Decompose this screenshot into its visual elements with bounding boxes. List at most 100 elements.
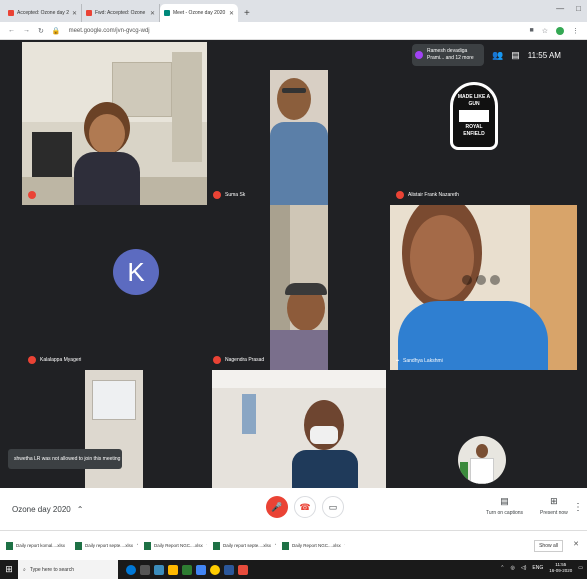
- mic-off-icon: [396, 191, 404, 199]
- tray-arrow-icon[interactable]: ⌃: [500, 565, 504, 571]
- participant-tile-8[interactable]: [212, 370, 386, 488]
- address-bar: ← → ↻ 🔒 meet.google.com/jvn-gvcg-wdj ■ ☆…: [0, 22, 587, 40]
- chrome-icon[interactable]: [210, 564, 220, 575]
- mic-off-icon: [213, 356, 221, 364]
- top-right-controls: Ramesh devadiga Prami... and 12 more 👥 ▤…: [408, 42, 587, 68]
- participant-name: Kalalappa Myageri: [28, 356, 81, 364]
- participant-name: ━ Sandhya Lakshmi: [396, 358, 443, 364]
- download-item[interactable]: Daily Report NGC....xlsx⌃: [144, 541, 207, 550]
- leave-call-button[interactable]: ☎: [294, 496, 316, 518]
- taskbar-search[interactable]: ⌕ Type here to search: [18, 560, 118, 579]
- participant-tile-9[interactable]: [386, 370, 587, 488]
- menu-icon[interactable]: ⋮: [572, 27, 579, 35]
- close-icon[interactable]: ✕: [150, 10, 155, 17]
- excel-file-icon: [144, 541, 151, 550]
- downloads-bar: Daily report komal....xlsx⌃ Daily report…: [0, 530, 587, 560]
- mic-off-icon: 🎤: [271, 501, 283, 512]
- task-view-icon[interactable]: [140, 564, 150, 575]
- download-item[interactable]: Daily report komal....xlsx⌃: [6, 541, 69, 550]
- avatar: [415, 51, 423, 59]
- meeting-controls-bar: Ozone day 2020 ⌃ 🎤 ☎ ▭ ▤ Turn on caption…: [0, 488, 587, 530]
- participant-tile-1[interactable]: [22, 42, 207, 205]
- mic-toggle-button[interactable]: 🎤: [266, 496, 288, 518]
- participant-name: [28, 191, 40, 199]
- participant-tile-5[interactable]: Nagendra Prasad: [207, 205, 390, 370]
- remove-icon[interactable]: [490, 275, 500, 285]
- participant-name: Suma Sk: [213, 191, 245, 199]
- pin-icon[interactable]: [462, 275, 472, 285]
- mic-off-icon: [28, 356, 36, 364]
- notification-icon[interactable]: ▭: [578, 565, 583, 571]
- back-icon[interactable]: ←: [8, 27, 15, 34]
- excel-file-icon: [75, 541, 82, 550]
- excel-file-icon: [6, 541, 13, 550]
- participant-tile-2[interactable]: Suma Sk: [207, 42, 390, 205]
- participant-name: Nagendra Prasad: [213, 356, 264, 364]
- tile-overlay-controls: [462, 275, 500, 285]
- captions-button[interactable]: ▤ Turn on captions: [486, 496, 523, 516]
- camera-indicator-icon[interactable]: ■: [529, 27, 533, 34]
- mute-icon[interactable]: [476, 275, 486, 285]
- edge-icon[interactable]: [154, 564, 164, 575]
- gmail-icon: [8, 10, 14, 16]
- meeting-details[interactable]: Ozone day 2020 ⌃: [12, 505, 83, 514]
- teams-icon[interactable]: [196, 564, 206, 575]
- cortana-icon[interactable]: [126, 564, 136, 575]
- camera-icon: ▭: [328, 501, 338, 512]
- file-explorer-icon[interactable]: [168, 564, 178, 575]
- close-icon[interactable]: ✕: [229, 10, 234, 17]
- taskbar-clock[interactable]: 11:55 16-09-2020: [549, 562, 572, 574]
- browser-tab-3[interactable]: Meet - Ozone day 2020 ✕: [160, 4, 238, 22]
- maximize-button[interactable]: □: [576, 4, 581, 13]
- captions-icon: ▤: [500, 496, 509, 506]
- browser-tab-2[interactable]: Fwd: Accepted: Ozone day 202 ✕: [82, 4, 160, 22]
- chat-icon[interactable]: ▤: [511, 50, 520, 61]
- store-icon[interactable]: [182, 564, 192, 575]
- show-all-button[interactable]: Show all: [534, 540, 563, 552]
- participant-tile-4[interactable]: K Kalalappa Myageri: [22, 205, 207, 370]
- meeting-stage: Suma Sk Ramesh devadiga Prami... and 12 …: [0, 40, 587, 488]
- search-icon: ⌕: [23, 566, 26, 573]
- browser-tab-1[interactable]: Accepted: Ozone day 2020 @ W ✕: [4, 4, 82, 22]
- speaking-icon: ━: [396, 358, 400, 364]
- tab-label: Accepted: Ozone day 2020 @ W: [17, 10, 69, 16]
- forward-icon[interactable]: →: [23, 27, 30, 34]
- meeting-title: Ozone day 2020: [12, 504, 71, 514]
- excel-file-icon: [213, 541, 220, 550]
- more-options-icon[interactable]: ⋮: [573, 502, 583, 513]
- people-icon[interactable]: 👥: [492, 50, 503, 61]
- download-item[interactable]: Daily report septe....xlsx ⌃: [213, 541, 276, 550]
- reload-icon[interactable]: ↻: [38, 27, 44, 35]
- participants-chip[interactable]: Ramesh devadiga Prami... and 12 more: [412, 44, 484, 66]
- notification-toast: shwetha LR was not allowed to join this …: [8, 449, 122, 469]
- browser-tab-bar: Accepted: Ozone day 2020 @ W ✕ Fwd: Acce…: [0, 0, 587, 22]
- minimize-button[interactable]: —: [556, 4, 564, 13]
- close-icon[interactable]: ✕: [573, 540, 579, 548]
- download-item[interactable]: Daily report septe....xlsx ⌃: [75, 541, 138, 550]
- gmail-icon: [86, 10, 92, 16]
- word-icon[interactable]: [224, 564, 234, 575]
- mic-off-icon: [213, 191, 221, 199]
- close-icon[interactable]: ✕: [72, 10, 77, 17]
- present-button[interactable]: ⊞ Present now: [540, 496, 568, 516]
- participant-tile-7[interactable]: [22, 370, 207, 488]
- profile-icon[interactable]: [556, 26, 564, 35]
- camera-toggle-button[interactable]: ▭: [322, 496, 344, 518]
- url-field[interactable]: meet.google.com/jvn-gvcg-wdj: [69, 28, 522, 34]
- royal-enfield-logo: MADE LIKE A GUN ROYAL ENFIELD: [450, 82, 498, 150]
- star-icon[interactable]: ☆: [542, 27, 548, 35]
- tab-label: Fwd: Accepted: Ozone day 202: [95, 10, 147, 16]
- participant-name: Alistair Frank Nazareth: [396, 191, 459, 199]
- participant-tile-3[interactable]: Ramesh devadiga Prami... and 12 more 👥 ▤…: [390, 42, 587, 205]
- avatar: K: [113, 249, 159, 295]
- pdf-icon[interactable]: [238, 564, 248, 575]
- new-tab-button[interactable]: +: [238, 8, 256, 22]
- hangup-icon: ☎: [299, 501, 311, 512]
- download-item[interactable]: Daily Report NGC....xlsx⌃: [282, 541, 345, 550]
- network-icon[interactable]: ◎: [511, 565, 515, 571]
- participant-tile-6[interactable]: ━ Sandhya Lakshmi: [390, 205, 577, 370]
- volume-icon[interactable]: ◁): [521, 565, 527, 571]
- taskbar: ⊞ ⌕ Type here to search ⌃ ◎ ◁) ENG 11:55…: [0, 560, 587, 579]
- language-indicator[interactable]: ENG: [532, 565, 543, 571]
- windows-start-icon[interactable]: ⊞: [0, 560, 18, 579]
